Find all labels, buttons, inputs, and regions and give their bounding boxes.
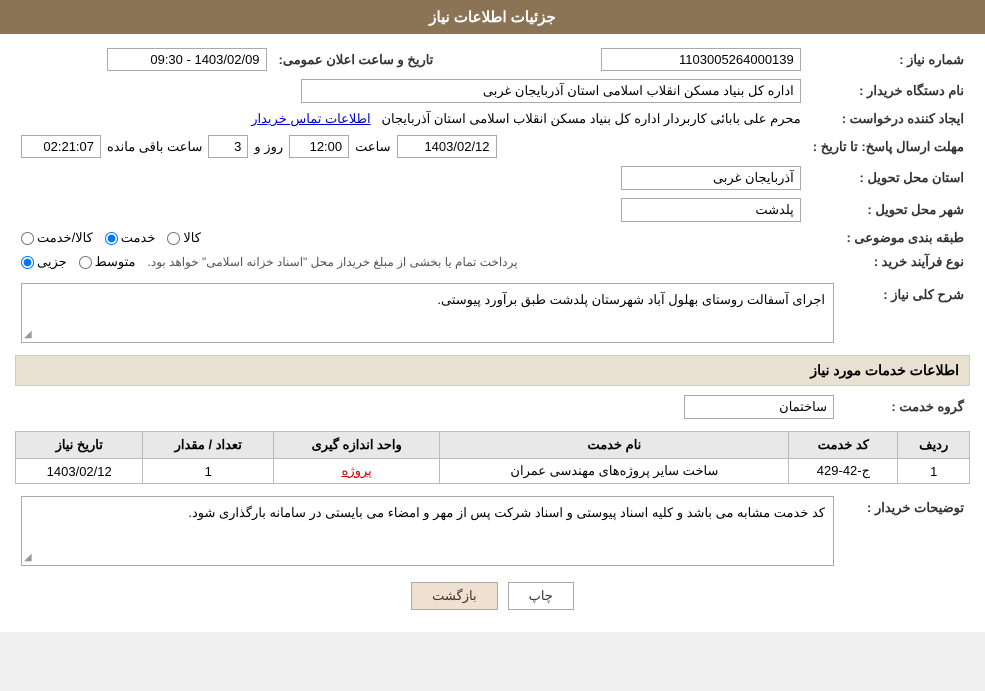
announce-box: 1403/02/09 - 09:30: [107, 48, 267, 71]
notes-resize-icon: ◢: [24, 552, 32, 563]
deadline-time-label: ساعت: [355, 139, 390, 155]
main-content: شماره نیاز : 1103005264000139 تاریخ و سا…: [0, 34, 985, 632]
category-radio-group: کالا خدمت کالا/خدمت: [21, 230, 801, 246]
process-medium-radio[interactable]: [79, 256, 92, 269]
buyer-notes-table: توضیحات خریدار : کد خدمت مشابه می باشد و…: [15, 492, 970, 570]
col-code: کد خدمت: [789, 432, 898, 459]
process-minor-item: جزیی: [21, 254, 67, 270]
creator-label: ایجاد کننده درخواست :: [807, 107, 970, 131]
deadline-label: مهلت ارسال پاسخ: تا تاریخ :: [807, 131, 970, 162]
bottom-buttons: چاپ بازگشت: [15, 582, 970, 610]
cell-code: ج-42-429: [789, 459, 898, 484]
service-group-box: ساختمان: [684, 395, 834, 419]
cell-unit: پروژه: [274, 459, 440, 484]
service-group-table: گروه خدمت : ساختمان: [15, 391, 970, 423]
resize-icon: ◢: [24, 329, 32, 340]
buyer-org-box: اداره کل بنیاد مسکن انقلاب اسلامی استان …: [301, 79, 801, 103]
print-button[interactable]: چاپ: [508, 582, 574, 610]
contact-link[interactable]: اطلاعات تماس خریدار: [251, 111, 370, 126]
category-kala-radio[interactable]: [167, 232, 180, 245]
cell-date: 1403/02/12: [16, 459, 143, 484]
unit-link[interactable]: پروژه: [342, 463, 372, 478]
announce-value: 1403/02/09 - 09:30: [15, 44, 273, 75]
col-qty: تعداد / مقدار: [143, 432, 274, 459]
cell-qty: 1: [143, 459, 274, 484]
process-radio-group: پرداخت تمام یا بخشی از مبلغ خریداز محل "…: [21, 254, 801, 270]
remaining-label: ساعت باقی مانده: [107, 139, 202, 155]
col-row: ردیف: [898, 432, 970, 459]
col-unit: واحد اندازه گیری: [274, 432, 440, 459]
process-note: پرداخت تمام یا بخشی از مبلغ خریداز محل "…: [148, 255, 518, 269]
need-desc-table: شرح کلی نیاز : اجرای آسفالت روستای بهلول…: [15, 279, 970, 347]
col-date: تاریخ نیاز: [16, 432, 143, 459]
category-both-label: کالا/خدمت: [37, 230, 93, 246]
deadline-time-box: 12:00: [289, 135, 349, 158]
province-box: آذربایجان غربی: [621, 166, 801, 190]
category-service-label: خدمت: [121, 230, 156, 246]
need-desc-label: شرح کلی نیاز :: [840, 279, 970, 347]
creator-value: محرم علی بابائی کاربردار اداره کل بنیاد …: [381, 111, 800, 126]
process-minor-radio[interactable]: [21, 256, 34, 269]
province-label: استان محل تحویل :: [807, 162, 970, 194]
process-medium-item: متوسط: [79, 254, 136, 270]
city-label: شهر محل تحویل :: [807, 194, 970, 226]
category-service-item: خدمت: [105, 230, 156, 246]
deadline-day-label: روز و: [254, 139, 283, 155]
category-kala-label: کالا: [183, 230, 201, 246]
col-name: نام خدمت: [440, 432, 789, 459]
info-table: شماره نیاز : 1103005264000139 تاریخ و سا…: [15, 44, 970, 274]
category-label: طبقه بندی موضوعی :: [807, 226, 970, 250]
buyer-notes-value: کد خدمت مشابه می باشد و کلیه اسناد پیوست…: [188, 505, 825, 520]
need-desc-value: اجرای آسفالت روستای بهلول آباد شهرستان پ…: [437, 292, 825, 307]
category-kala-item: کالا: [167, 230, 201, 246]
page-header: جزئیات اطلاعات نیاز: [0, 0, 985, 34]
process-minor-label: جزیی: [37, 254, 67, 270]
cell-name: ساخت سایر پروژه‌های مهندسی عمران: [440, 459, 789, 484]
table-row: 1 ج-42-429 ساخت سایر پروژه‌های مهندسی عم…: [16, 459, 970, 484]
page-container: جزئیات اطلاعات نیاز شماره نیاز : 1103005…: [0, 0, 985, 632]
cell-row: 1: [898, 459, 970, 484]
services-section-header: اطلاعات خدمات مورد نیاز: [15, 355, 970, 386]
remaining-time-box: 02:21:07: [21, 135, 101, 158]
announce-label: تاریخ و ساعت اعلان عمومی:: [273, 44, 440, 75]
buyer-notes-label: توضیحات خریدار :: [840, 492, 970, 570]
category-service-radio[interactable]: [105, 232, 118, 245]
page-title: جزئیات اطلاعات نیاز: [429, 9, 556, 26]
deadline-row: 1403/02/12 ساعت 12:00 روز و 3 ساعت باقی …: [21, 135, 801, 158]
category-both-item: کالا/خدمت: [21, 230, 93, 246]
city-box: پلدشت: [621, 198, 801, 222]
back-button[interactable]: بازگشت: [411, 582, 497, 610]
deadline-days-box: 3: [208, 135, 248, 158]
category-both-radio[interactable]: [21, 232, 34, 245]
process-medium-label: متوسط: [95, 254, 136, 270]
need-desc-box: اجرای آسفالت روستای بهلول آباد شهرستان پ…: [21, 283, 834, 343]
buyer-org-label: نام دستگاه خریدار :: [807, 75, 970, 107]
buyer-notes-box: کد خدمت مشابه می باشد و کلیه اسناد پیوست…: [21, 496, 834, 566]
service-group-label: گروه خدمت :: [840, 391, 970, 423]
need-number-value: 1103005264000139: [489, 44, 806, 75]
need-number-label: شماره نیاز :: [807, 44, 970, 75]
need-number-box: 1103005264000139: [601, 48, 801, 71]
deadline-date-box: 1403/02/12: [397, 135, 497, 158]
service-table: ردیف کد خدمت نام خدمت واحد اندازه گیری ت…: [15, 431, 970, 484]
process-label: نوع فرآیند خرید :: [807, 250, 970, 274]
